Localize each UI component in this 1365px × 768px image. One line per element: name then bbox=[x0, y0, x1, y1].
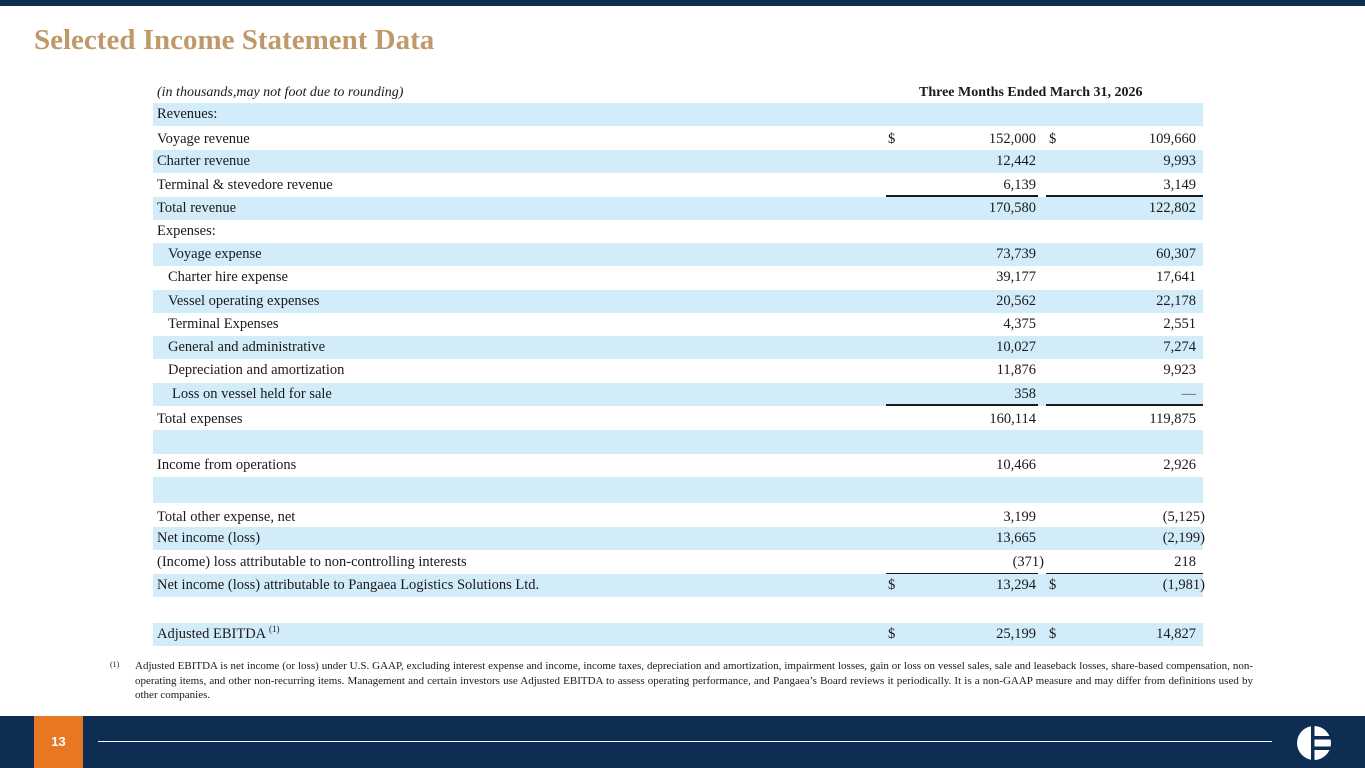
table-row: Voyage revenue $ 152,000 $ 109,660 bbox=[153, 126, 1203, 150]
row-label: Expenses: bbox=[157, 223, 216, 239]
table-row: Charter revenue 12,442 9,993 bbox=[153, 150, 1203, 173]
value-current: 73,739 bbox=[996, 246, 1036, 262]
value-prior: 2,551 bbox=[1163, 316, 1196, 332]
value-current: 12,442 bbox=[996, 153, 1036, 169]
period-header: Three Months Ended March 31, 2026 bbox=[919, 85, 1143, 100]
table-row: Terminal & stevedore revenue 6,139 3,149 bbox=[153, 173, 1203, 197]
row-label: Voyage revenue bbox=[157, 131, 250, 147]
value-prior: 14,827 bbox=[1156, 626, 1196, 642]
value-current: 20,562 bbox=[996, 293, 1036, 309]
table-row: Charter hire expense 39,177 17,641 bbox=[153, 266, 1203, 290]
dollar-sign: $ bbox=[888, 131, 896, 147]
table-row bbox=[153, 597, 1203, 623]
row-label: Net income (loss) bbox=[157, 530, 261, 546]
adjusted-ebitda-label: Adjusted EBITDA bbox=[157, 626, 266, 642]
value-current: 358 bbox=[1014, 386, 1036, 402]
row-label: Vessel operating expenses bbox=[168, 293, 320, 309]
value-current: 25,199 bbox=[996, 626, 1036, 642]
value-current: 4,375 bbox=[1003, 316, 1036, 332]
table-row bbox=[153, 477, 1203, 503]
value-current: 10,466 bbox=[996, 457, 1036, 473]
row-label: Loss on vessel held for sale bbox=[172, 386, 332, 402]
footer-bar bbox=[0, 716, 1365, 768]
value-prior: (2,199) bbox=[1162, 530, 1205, 546]
row-label: Voyage expense bbox=[168, 246, 262, 262]
dollar-sign: $ bbox=[888, 626, 896, 642]
value-current: 10,027 bbox=[996, 339, 1036, 355]
table-row bbox=[153, 430, 1203, 454]
table-row: Revenues: bbox=[153, 103, 1203, 126]
value-prior: 122,802 bbox=[1148, 200, 1196, 216]
top-bar bbox=[0, 0, 1365, 6]
table-row: Total revenue 170,580 122,802 bbox=[153, 197, 1203, 220]
value-prior: 7,274 bbox=[1163, 339, 1196, 355]
row-label: Charter revenue bbox=[157, 153, 250, 169]
value-prior: 9,993 bbox=[1163, 153, 1196, 169]
value-prior: — bbox=[1181, 386, 1197, 402]
table-row: Total expenses 160,114 119,875 bbox=[153, 406, 1203, 430]
row-label: Terminal & stevedore revenue bbox=[157, 177, 333, 193]
row-label: Income from operations bbox=[157, 457, 297, 473]
value-prior: 119,875 bbox=[1149, 411, 1196, 427]
dollar-sign: $ bbox=[1049, 131, 1057, 147]
value-current: 11,876 bbox=[996, 362, 1036, 378]
value-prior: 2,926 bbox=[1163, 457, 1196, 473]
value-current: 39,177 bbox=[996, 269, 1036, 285]
table-row: Vessel operating expenses 20,562 22,178 bbox=[153, 290, 1203, 313]
row-label: Adjusted EBITDA (1) bbox=[157, 623, 279, 646]
table-row: Net income (loss) 13,665 (2,199) bbox=[153, 527, 1205, 550]
company-logo-icon bbox=[1297, 725, 1332, 761]
value-current: 160,114 bbox=[989, 411, 1036, 427]
value-prior: 9,923 bbox=[1163, 362, 1196, 378]
value-current: (371) bbox=[1012, 554, 1044, 570]
table-row: Terminal Expenses 4,375 2,551 bbox=[153, 313, 1203, 336]
value-prior: (1,981) bbox=[1162, 577, 1205, 593]
value-prior: 60,307 bbox=[1156, 246, 1196, 262]
footer-divider bbox=[98, 741, 1272, 742]
value-current: 152,000 bbox=[988, 131, 1036, 147]
table-row: Voyage expense 73,739 60,307 bbox=[153, 243, 1203, 266]
footnote-text: Adjusted EBITDA is net income (or loss) … bbox=[135, 660, 1253, 701]
value-prior: 218 bbox=[1174, 554, 1196, 570]
table-row: Expenses: bbox=[153, 220, 1203, 243]
row-label: Revenues: bbox=[157, 106, 218, 122]
row-label: Charter hire expense bbox=[168, 269, 288, 285]
table-row: Income from operations 10,466 2,926 bbox=[153, 454, 1203, 477]
table-row: (Income) loss attributable to non-contro… bbox=[153, 550, 1203, 575]
row-label: General and administrative bbox=[168, 339, 326, 355]
row-label: Depreciation and amortization bbox=[168, 362, 345, 378]
row-label: Net income (loss) attributable to Pangae… bbox=[157, 577, 540, 593]
page-title: Selected Income Statement Data bbox=[34, 24, 435, 56]
value-current: 13,665 bbox=[996, 530, 1036, 546]
footnote-ref: (1) bbox=[268, 624, 280, 635]
table-subtitle: (in thousands,may not foot due to roundi… bbox=[157, 85, 404, 100]
row-label: (Income) loss attributable to non-contro… bbox=[157, 554, 467, 570]
footnote-marker: (1) bbox=[110, 660, 120, 669]
value-prior: 22,178 bbox=[1156, 293, 1196, 309]
value-current: 170,580 bbox=[988, 200, 1036, 216]
table-row: Adjusted EBITDA (1) $ 25,199 $ 14,827 bbox=[153, 623, 1203, 646]
income-statement-table: Revenues: Voyage revenue $ 152,000 $ 109… bbox=[153, 103, 1205, 646]
dollar-sign: $ bbox=[888, 577, 896, 593]
row-label: Total expenses bbox=[157, 411, 243, 427]
row-label: Terminal Expenses bbox=[168, 316, 279, 332]
table-row: Loss on vessel held for sale 358 — bbox=[153, 383, 1203, 406]
value-current: 13,294 bbox=[996, 577, 1036, 593]
value-prior: 109,660 bbox=[1148, 131, 1196, 147]
table-row: General and administrative 10,027 7,274 bbox=[153, 336, 1203, 359]
table-row: Total other expense, net 3,199 (5,125) bbox=[153, 503, 1205, 527]
dollar-sign: $ bbox=[1049, 626, 1057, 642]
dollar-sign: $ bbox=[1049, 577, 1057, 593]
page-number: 13 bbox=[34, 716, 83, 768]
table-row: Depreciation and amortization 11,876 9,9… bbox=[153, 359, 1203, 383]
table-row: Net income (loss) attributable to Pangae… bbox=[153, 574, 1205, 597]
row-label: Total revenue bbox=[157, 200, 237, 216]
value-prior: 17,641 bbox=[1156, 269, 1196, 285]
